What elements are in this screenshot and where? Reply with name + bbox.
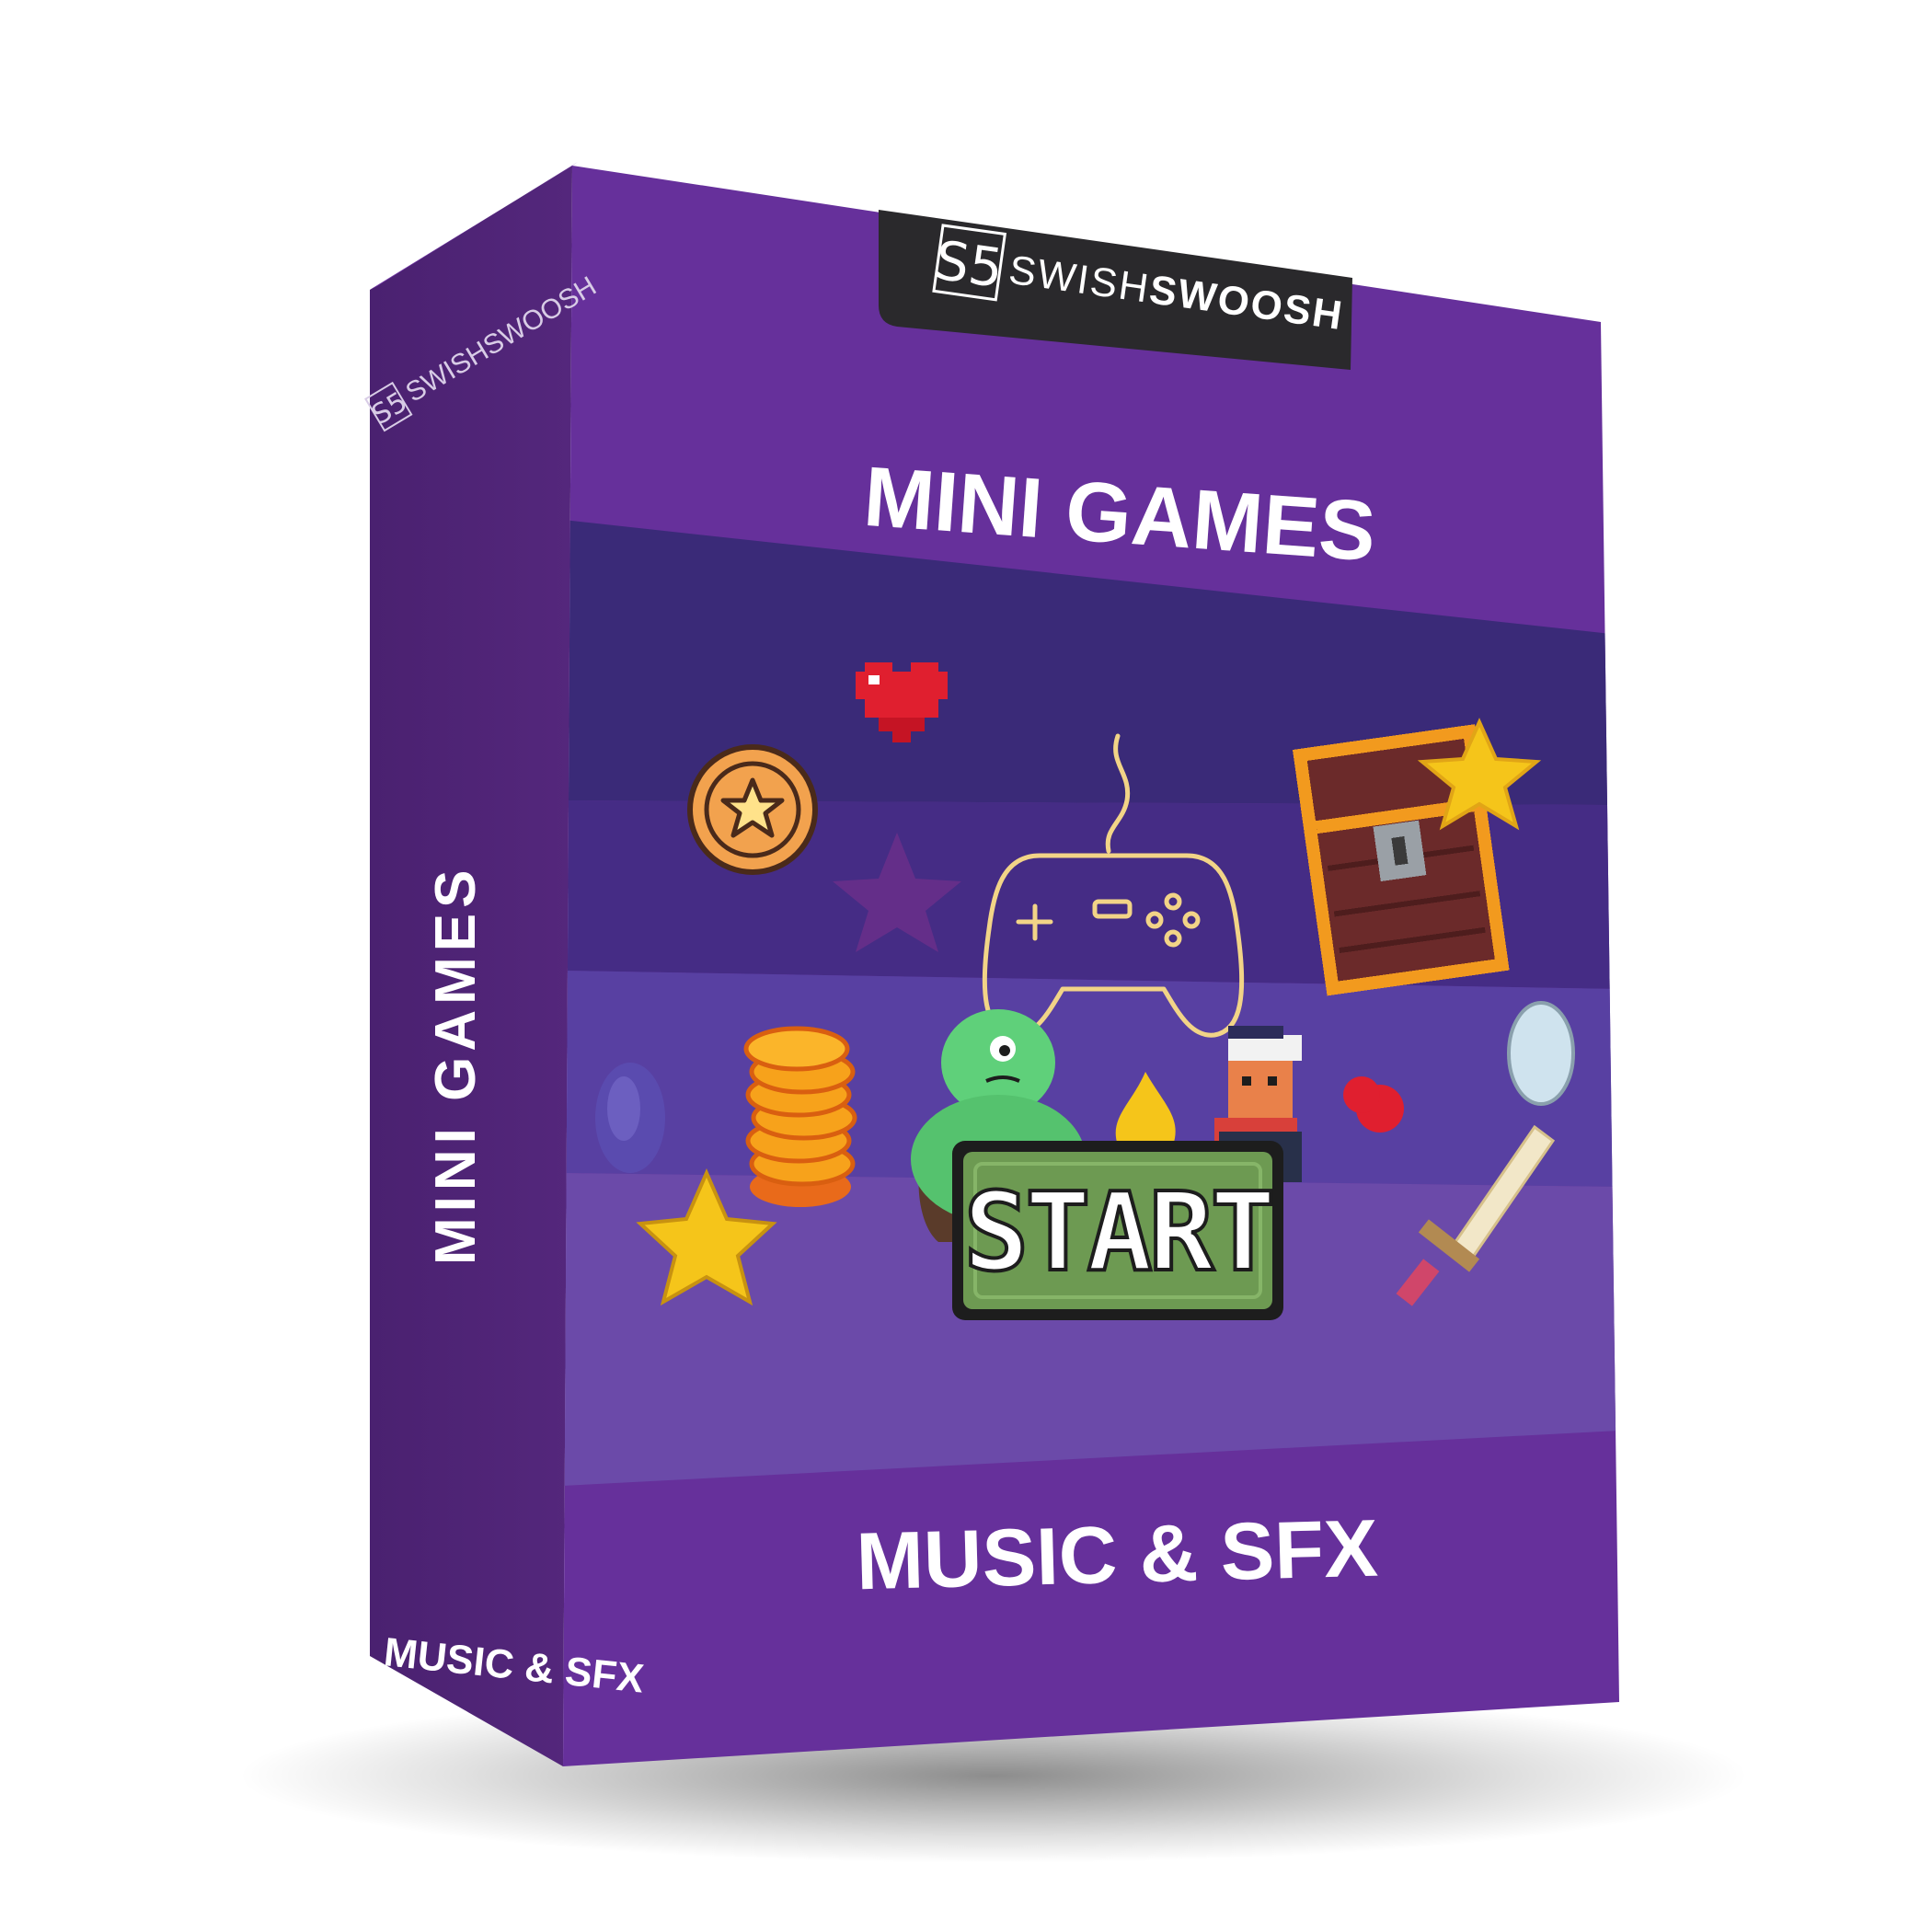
coin-star-icon [687, 744, 818, 875]
logo-mark: S5 [931, 229, 1006, 301]
front-subtitle: MUSIC & SFX [855, 1502, 1379, 1607]
product-box-scene: START S5 SWISHSWOOSH MINI GAMES MUSIC & … [239, 162, 1748, 1863]
start-sign: START [952, 1141, 1283, 1320]
coin-stack-icon [743, 1026, 857, 1207]
spine-title: MINI GAMES [424, 865, 488, 1265]
start-label: START [963, 1168, 1271, 1295]
gem-icon [595, 1063, 665, 1173]
front-artwork: START [563, 520, 1619, 1486]
